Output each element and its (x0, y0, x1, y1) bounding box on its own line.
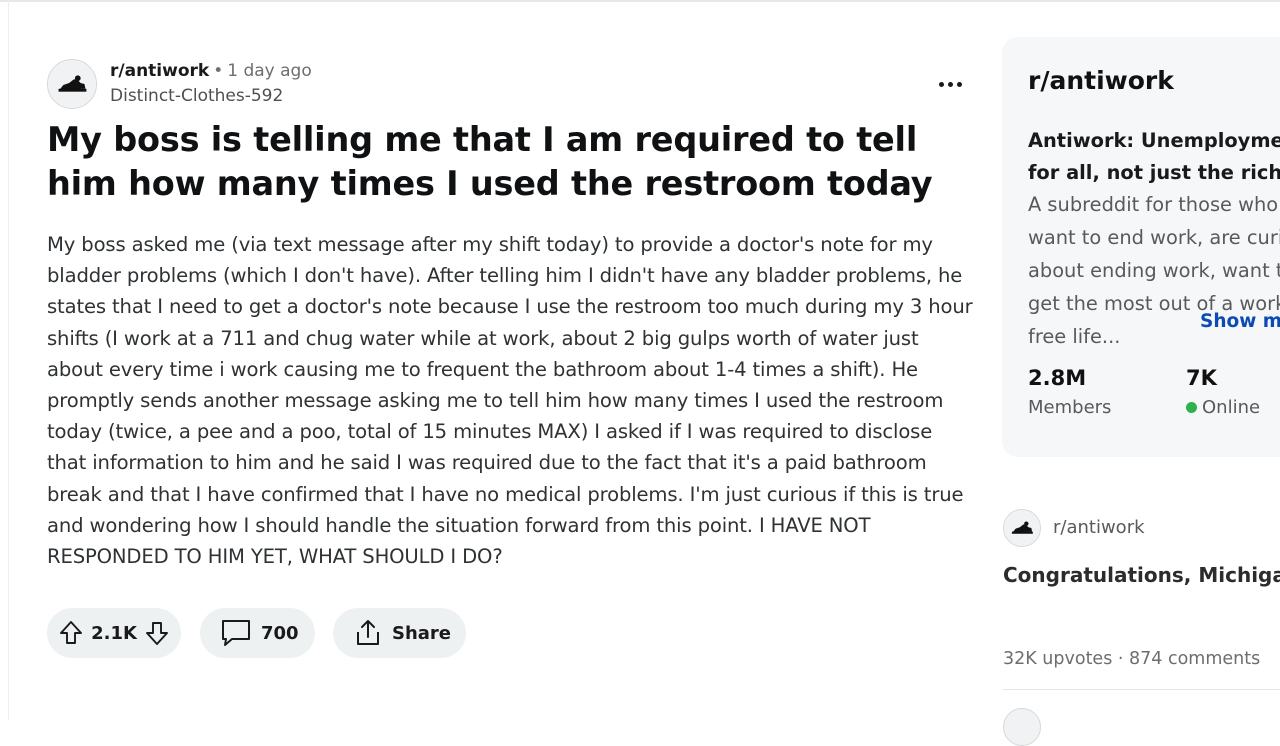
online-dot-icon (1186, 402, 1197, 413)
share-label: Share (392, 622, 452, 644)
community-tagline: Antiwork: Unemployment for all, not just… (1028, 129, 1280, 184)
community-name[interactable]: r/antiwork (1028, 66, 1174, 95)
comments-button[interactable]: 700 (200, 608, 315, 658)
vote-count: 2.1K (91, 622, 137, 644)
post-meta: r/antiwork • 1 day ago (110, 61, 312, 81)
meta-separator: • (213, 61, 224, 81)
subreddit-avatar[interactable] (47, 59, 97, 109)
next-related-avatar[interactable] (1003, 708, 1041, 746)
subreddit-link[interactable]: r/antiwork (110, 61, 209, 81)
members-label: Members (1028, 397, 1112, 418)
post-time: 1 day ago (227, 61, 312, 81)
author-link[interactable]: Distinct-Clothes-592 (110, 86, 283, 106)
share-button[interactable]: Share (333, 608, 466, 658)
share-upload-icon (353, 618, 383, 648)
related-subreddit-avatar[interactable] (1003, 509, 1041, 547)
downvote-arrow-icon[interactable] (145, 620, 169, 646)
vote-bar: 2.1K (47, 608, 181, 658)
related-post-stats: 32K upvotes · 874 comments (1003, 649, 1261, 669)
upvote-arrow-icon[interactable] (59, 620, 83, 646)
online-status: Online (1186, 397, 1260, 418)
left-border (8, 0, 9, 720)
post-body: My boss asked me (via text message after… (47, 233, 973, 569)
more-options-button[interactable] (930, 70, 970, 98)
post-title[interactable]: My boss is telling me that I am required… (47, 118, 937, 206)
antiwork-logo-icon (1004, 510, 1040, 546)
related-divider (1003, 689, 1280, 690)
top-border (0, 0, 1280, 2)
comment-bubble-icon (220, 618, 252, 648)
show-more-button[interactable]: Show more (1200, 311, 1280, 332)
online-count: 7K (1186, 366, 1217, 390)
more-horizontal-icon (938, 81, 944, 87)
related-post-title[interactable]: Congratulations, Michigan! (1003, 563, 1280, 587)
antiwork-logo-icon (48, 60, 96, 108)
more-dot (947, 81, 953, 87)
members-count: 2.8M (1028, 366, 1087, 390)
more-dot (956, 81, 962, 87)
related-subreddit-name[interactable]: r/antiwork (1053, 517, 1145, 538)
comment-count: 700 (261, 622, 299, 644)
online-label: Online (1202, 397, 1261, 418)
